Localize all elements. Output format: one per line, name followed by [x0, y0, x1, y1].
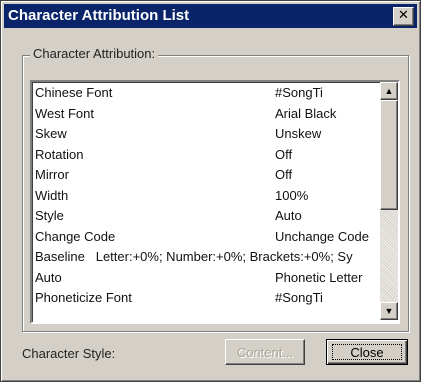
- attribute-name: Mirror: [35, 167, 69, 182]
- scroll-down-icon[interactable]: ▼: [380, 302, 398, 320]
- attribute-value: Off: [275, 167, 293, 182]
- scrollbar-thumb[interactable]: [380, 100, 398, 210]
- attribute-name: Width: [35, 187, 69, 203]
- attribute-value: Unskew: [275, 126, 322, 141]
- title-bar[interactable]: Character Attribution List ✕: [4, 4, 417, 28]
- attribute-value: Auto: [275, 208, 302, 223]
- list-item[interactable]: Change Code Unchange Code: [34, 227, 376, 248]
- attribute-name: Chinese Font: [35, 85, 113, 100]
- close-button-label: Close: [332, 344, 402, 360]
- attribute-value: Unchange Code: [275, 228, 369, 244]
- content-button[interactable]: Content...: [225, 339, 305, 365]
- attribute-value: 100%: [275, 187, 309, 203]
- list-item[interactable]: Style Auto: [34, 206, 376, 227]
- attribute-name: Rotation: [35, 146, 84, 162]
- group-label: Character Attribution:: [30, 46, 159, 61]
- window-title: Character Attribution List: [8, 7, 190, 24]
- attribute-name: Skew: [35, 126, 67, 141]
- attribute-name: Auto: [35, 269, 62, 285]
- attribute-name: Baseline: [35, 249, 85, 264]
- attribute-name: West Font: [35, 105, 95, 121]
- list-item[interactable]: Baseline Letter:+0%; Number:+0%; Bracket…: [34, 247, 376, 268]
- list-item[interactable]: Auto Phonetic Letter: [34, 268, 376, 289]
- list-item[interactable]: Skew Unskew: [34, 124, 376, 145]
- attribute-name: Phoneticize Font: [35, 290, 132, 305]
- close-icon[interactable]: ✕: [393, 7, 414, 26]
- attribute-value: Off: [275, 146, 293, 162]
- attribute-name: Style: [35, 208, 64, 223]
- attribute-value: Phonetic Letter: [275, 269, 363, 285]
- attribute-rows: Chinese Font #SongTi West Font Arial Bla…: [34, 83, 376, 309]
- list-item[interactable]: West Font Arial Black: [34, 104, 376, 125]
- close-button[interactable]: Close: [326, 339, 408, 365]
- vertical-scrollbar[interactable]: ▲ ▼: [380, 82, 398, 320]
- attribute-value: Letter:+0%; Number:+0%; Brackets:+0%; Sy: [95, 249, 353, 264]
- list-item[interactable]: Mirror Off: [34, 165, 376, 186]
- list-item[interactable]: Rotation Off: [34, 145, 376, 166]
- attribute-name: Change Code: [35, 228, 116, 244]
- list-item[interactable]: Chinese Font #SongTi: [34, 83, 376, 104]
- character-style-label: Character Style:: [22, 346, 116, 361]
- attribute-value: #SongTi: [275, 290, 323, 305]
- attribute-value: #SongTi: [275, 85, 323, 100]
- list-item[interactable]: Width 100%: [34, 186, 376, 207]
- scroll-up-icon[interactable]: ▲: [380, 82, 398, 100]
- list-item[interactable]: Phoneticize Font #SongTi: [34, 288, 376, 309]
- attribute-list[interactable]: Chinese Font #SongTi West Font Arial Bla…: [30, 80, 400, 324]
- attribute-value: Arial Black: [275, 105, 337, 121]
